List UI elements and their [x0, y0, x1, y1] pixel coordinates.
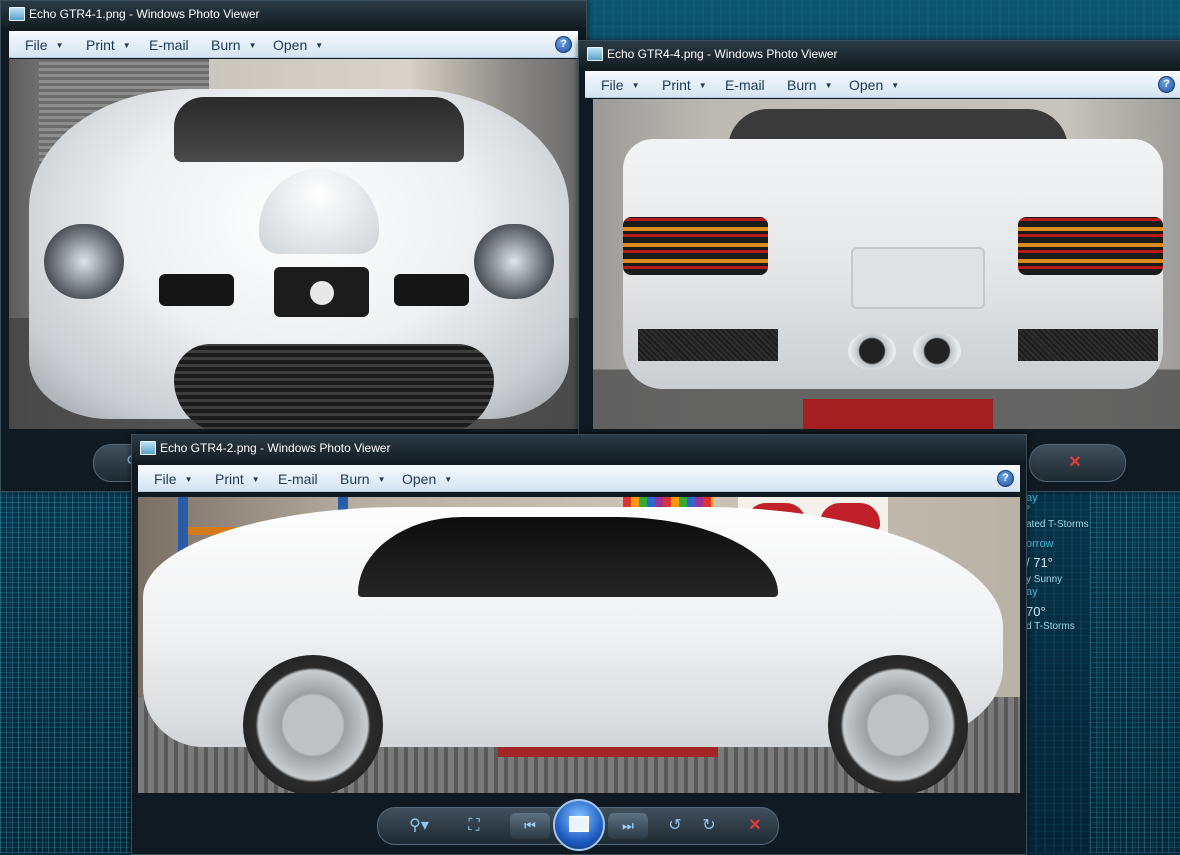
photo-viewer-window-gtr4-4[interactable]: Echo GTR4-4.png - Windows Photo Viewer F… — [578, 40, 1180, 492]
weather-day3-temp: 70° — [1026, 604, 1046, 619]
taillight-left — [623, 217, 768, 275]
window-title: Echo GTR4-2.png - Windows Photo Viewer — [160, 441, 391, 455]
window-title: Echo GTR4-1.png - Windows Photo Viewer — [29, 7, 260, 21]
exhaust-right — [913, 332, 961, 370]
rear-wheel — [243, 655, 383, 793]
hood-scoop — [259, 169, 379, 254]
delete-icon[interactable]: ✕ — [1065, 451, 1085, 475]
diffuser-right — [1018, 329, 1158, 361]
chevron-down-icon: ▼ — [631, 81, 640, 90]
delete-icon[interactable]: ✕ — [743, 814, 767, 838]
chevron-down-icon: ▼ — [248, 41, 257, 50]
chevron-down-icon: ▼ — [315, 41, 324, 50]
menu-open[interactable]: Open ▼ — [849, 71, 899, 97]
weather-tomorrow-temp: / 71° — [1026, 555, 1053, 570]
vent-left — [159, 274, 234, 306]
menu-print[interactable]: Print ▼ — [662, 71, 707, 97]
window-title: Echo GTR4-4.png - Windows Photo Viewer — [607, 47, 838, 61]
vent-right — [394, 274, 469, 306]
license-plate-area — [851, 247, 985, 309]
menu-email[interactable]: E-mail — [278, 465, 318, 491]
photo-viewer-window-gtr4-1[interactable]: Echo GTR4-1.png - Windows Photo Viewer F… — [0, 0, 587, 492]
rotate-clockwise-icon[interactable]: ↻ — [697, 814, 721, 838]
windshield — [174, 97, 464, 162]
car-side-image — [138, 497, 1020, 793]
menu-bar: File ▼ Print ▼ E-mail Burn ▼ Open ▼ ? — [138, 465, 1020, 492]
chevron-down-icon: ▼ — [55, 41, 64, 50]
menu-print[interactable]: Print ▼ — [86, 31, 131, 57]
weather-day3-condition: d T-Storms — [1026, 621, 1075, 632]
front-wheel — [828, 655, 968, 793]
next-icon[interactable]: ⏭ — [608, 813, 648, 839]
menu-bar: File ▼ Print ▼ E-mail Burn ▼ Open ▼ ? — [585, 71, 1180, 98]
menu-bar: File ▼ Print ▼ E-mail Burn ▼ Open ▼ ? — [9, 31, 578, 58]
image-display-area[interactable] — [593, 99, 1180, 429]
menu-burn[interactable]: Burn ▼ — [211, 31, 257, 57]
rotate-counterclockwise-icon[interactable]: ↺ — [663, 814, 687, 838]
menu-file[interactable]: File ▼ — [601, 71, 639, 97]
taillight-right — [1018, 217, 1163, 275]
toolbar-partial: ✕ — [1029, 444, 1126, 482]
desktop-pattern-right — [1090, 490, 1180, 853]
menu-file[interactable]: File ▼ — [25, 31, 63, 57]
chevron-down-icon: ▼ — [891, 81, 900, 90]
fit-window-icon[interactable]: ⛶ — [462, 814, 486, 838]
menu-open[interactable]: Open ▼ — [402, 465, 452, 491]
weather-gadget: ay ° ated T-Storms orrow / 71° y Sunny a… — [1022, 490, 1102, 640]
previous-icon[interactable]: ⏮ — [510, 813, 550, 839]
car-front-image — [9, 59, 578, 429]
menu-burn[interactable]: Burn ▼ — [340, 465, 386, 491]
title-bar[interactable]: Echo GTR4-1.png - Windows Photo Viewer — [1, 1, 586, 27]
exhaust-left — [848, 332, 896, 370]
photo-viewer-app-icon — [140, 441, 156, 455]
image-display-area[interactable] — [9, 59, 578, 429]
photo-viewer-app-icon — [9, 7, 25, 21]
desktop-pattern-left — [0, 490, 135, 853]
chevron-down-icon: ▼ — [444, 475, 453, 484]
headlight-left — [44, 224, 124, 299]
car-lift — [803, 399, 993, 429]
chevron-down-icon: ▼ — [824, 81, 833, 90]
menu-print[interactable]: Print ▼ — [215, 465, 260, 491]
menu-email[interactable]: E-mail — [149, 31, 189, 57]
title-bar[interactable]: Echo GTR4-4.png - Windows Photo Viewer — [579, 41, 1180, 67]
chevron-down-icon: ▼ — [122, 41, 131, 50]
slideshow-button[interactable] — [553, 799, 605, 851]
help-icon[interactable]: ? — [1158, 76, 1175, 93]
weather-tomorrow: orrow — [1026, 538, 1054, 550]
slideshow-icon — [569, 816, 589, 832]
chevron-down-icon: ▼ — [377, 475, 386, 484]
side-windows — [358, 517, 778, 597]
front-grille — [174, 344, 494, 429]
car-rear-image — [593, 99, 1180, 429]
photo-viewer-app-icon — [587, 47, 603, 61]
car-body — [623, 139, 1163, 389]
car-body — [29, 89, 569, 429]
menu-file[interactable]: File ▼ — [154, 465, 192, 491]
menu-email[interactable]: E-mail — [725, 71, 765, 97]
menu-open[interactable]: Open ▼ — [273, 31, 323, 57]
weather-tomorrow-condition: y Sunny — [1026, 574, 1063, 585]
headlight-right — [474, 224, 554, 299]
weather-condition: ated T-Storms — [1026, 519, 1089, 530]
diffuser-left — [638, 329, 778, 361]
help-icon[interactable]: ? — [997, 470, 1014, 487]
menu-burn[interactable]: Burn ▼ — [787, 71, 833, 97]
photo-viewer-window-gtr4-2[interactable]: Echo GTR4-2.png - Windows Photo Viewer F… — [131, 434, 1027, 855]
emblem — [310, 281, 334, 305]
image-display-area[interactable] — [138, 497, 1020, 793]
chevron-down-icon: ▼ — [698, 81, 707, 90]
zoom-icon[interactable]: ⚲▾ — [402, 814, 436, 838]
title-bar[interactable]: Echo GTR4-2.png - Windows Photo Viewer — [132, 435, 1026, 461]
weather-day3: ay — [1026, 586, 1038, 598]
chevron-down-icon: ▼ — [184, 475, 193, 484]
chevron-down-icon: ▼ — [251, 475, 260, 484]
front-badge — [274, 267, 369, 317]
help-icon[interactable]: ? — [555, 36, 572, 53]
